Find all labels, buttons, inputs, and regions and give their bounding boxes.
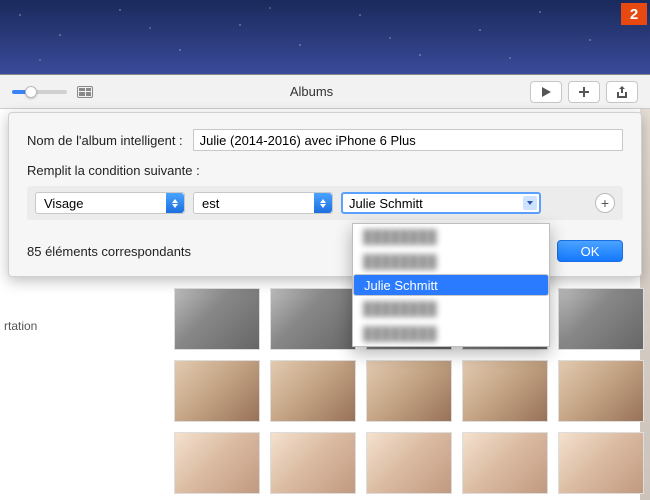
step-badge: 2: [621, 3, 647, 25]
grid-view-icon[interactable]: [77, 86, 93, 98]
photo-thumbnail[interactable]: [558, 432, 644, 494]
criterion-value: Visage: [44, 196, 84, 211]
thumbnail-size-slider[interactable]: [12, 90, 67, 94]
photo-thumbnail[interactable]: [270, 288, 356, 350]
ok-button[interactable]: OK: [557, 240, 623, 262]
photo-thumbnail[interactable]: [462, 360, 548, 422]
toolbar: Albums: [0, 75, 650, 109]
album-name-label: Nom de l'album intelligent :: [27, 133, 183, 148]
slider-knob[interactable]: [25, 86, 37, 98]
photo-thumbnail[interactable]: [558, 360, 644, 422]
play-slideshow-button[interactable]: [530, 81, 562, 103]
add-condition-button[interactable]: +: [595, 193, 615, 213]
photo-thumbnail[interactable]: [270, 360, 356, 422]
photo-thumbnail[interactable]: [174, 432, 260, 494]
themed-header-banner: 2: [0, 0, 650, 75]
photo-thumbnail[interactable]: [270, 432, 356, 494]
photo-thumbnail[interactable]: [174, 288, 260, 350]
operator-select[interactable]: est: [193, 192, 333, 214]
toolbar-title: Albums: [93, 84, 530, 99]
operator-value: est: [202, 196, 219, 211]
caret-up-down-icon: [166, 193, 184, 213]
dropdown-option[interactable]: ████████: [353, 296, 549, 321]
match-count-label: 85 éléments correspondants: [27, 244, 191, 259]
plus-icon: +: [601, 195, 609, 211]
share-button[interactable]: [606, 81, 638, 103]
add-button[interactable]: [568, 81, 600, 103]
chevron-down-icon: [523, 196, 537, 210]
caret-up-down-icon: [314, 193, 332, 213]
share-icon: [616, 86, 628, 98]
dropdown-option[interactable]: ████████: [353, 249, 549, 274]
dropdown-option-selected[interactable]: Julie Schmitt: [353, 274, 549, 296]
photo-thumbnail[interactable]: [462, 432, 548, 494]
photo-thumbnail[interactable]: [366, 432, 452, 494]
value-dropdown-list: ████████ ████████ Julie Schmitt ████████…: [352, 223, 550, 347]
photo-thumbnail[interactable]: [174, 360, 260, 422]
condition-intro-label: Remplit la condition suivante :: [27, 163, 623, 178]
album-name-input[interactable]: [193, 129, 623, 151]
dropdown-option[interactable]: ████████: [353, 321, 549, 346]
value-combobox[interactable]: Julie Schmitt: [341, 192, 541, 214]
criterion-select[interactable]: Visage: [35, 192, 185, 214]
photo-thumbnail[interactable]: [366, 360, 452, 422]
condition-row: Visage est Julie Schmitt +: [27, 186, 623, 220]
plus-icon: [578, 86, 590, 98]
sidebar-fragment: rtation: [0, 310, 48, 342]
dropdown-option[interactable]: ████████: [353, 224, 549, 249]
value-text: Julie Schmitt: [349, 196, 423, 211]
play-icon: [540, 86, 552, 98]
photo-thumbnail[interactable]: [558, 288, 644, 350]
sidebar-item-import[interactable]: rtation: [0, 314, 48, 338]
